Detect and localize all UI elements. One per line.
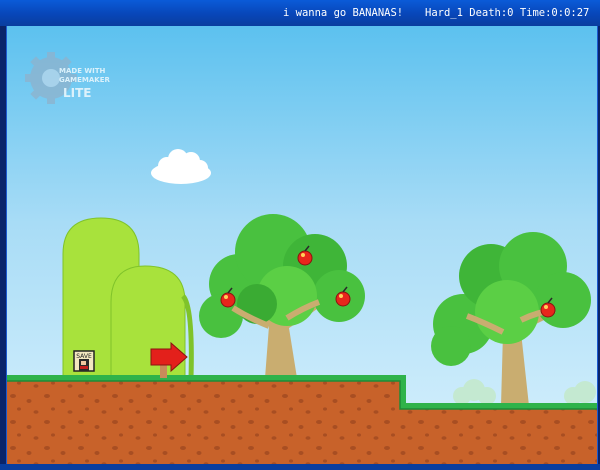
game-window: i wanna go BANANAS! Hard_1 Death:0 Time:… xyxy=(0,0,600,470)
window-bottom-frame xyxy=(0,464,600,470)
game-viewport[interactable]: MADE WITH GAMEMAKER LITE SAVE xyxy=(6,26,598,464)
tree-right xyxy=(431,232,591,406)
logo-line-2: GAMEMAKER xyxy=(59,76,111,84)
save-point-label: SAVE xyxy=(76,353,92,360)
game-title: i wanna go BANANAS! xyxy=(283,7,404,19)
hud-status: Hard_1 Death:0 Time:0:0:27 xyxy=(425,7,590,19)
logo-line-1: MADE WITH xyxy=(59,67,106,75)
player-kid-icon xyxy=(79,359,89,371)
game-scene: MADE WITH GAMEMAKER LITE SAVE xyxy=(7,52,597,464)
gamemaker-logo: MADE WITH GAMEMAKER LITE xyxy=(25,52,111,104)
cloud-icon xyxy=(151,149,211,184)
title-bar[interactable]: i wanna go BANANAS! Hard_1 Death:0 Time:… xyxy=(0,0,600,26)
logo-line-3: LITE xyxy=(63,86,92,100)
